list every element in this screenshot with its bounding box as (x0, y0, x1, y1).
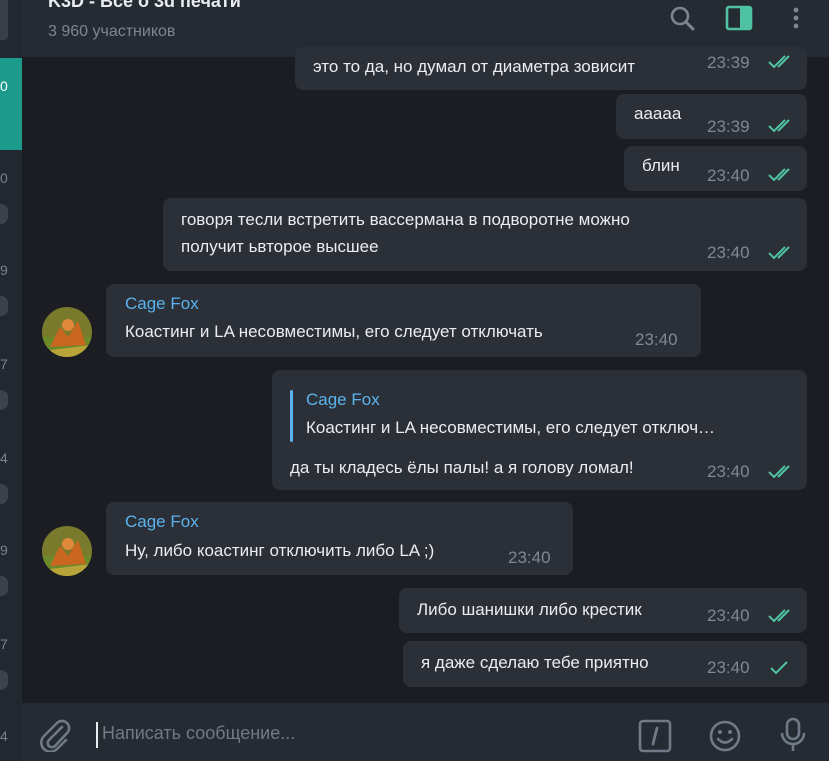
commands-icon[interactable] (638, 719, 672, 758)
reply-quote-text[interactable]: Коастинг и LA несовместимы, его следует … (306, 416, 715, 440)
double-check-icon (768, 168, 790, 182)
chat-item-time: 0 (0, 170, 8, 186)
incoming-message[interactable]: Cage Fox Коастинг и LA несовместимы, его… (106, 284, 701, 357)
chat-item-badge[interactable] (0, 296, 8, 316)
message-input[interactable] (96, 721, 622, 745)
active-chat-item[interactable]: 0 (0, 58, 22, 150)
reply-sender-name[interactable]: Cage Fox (306, 390, 380, 410)
outgoing-message[interactable]: блин 23:40 (624, 146, 807, 191)
message-time: 23:40 (707, 606, 750, 625)
message-time: 23:39 (707, 53, 750, 72)
active-chat-counter: 0 (0, 78, 8, 94)
double-check-icon (768, 119, 790, 133)
member-count: 3 960 участников (48, 23, 176, 40)
chat-item-time: 7 (0, 636, 8, 652)
message-time: 23:40 (707, 658, 750, 677)
chat-item-time: 4 (0, 728, 8, 744)
double-check-icon (768, 246, 790, 260)
message-time: 23:40 (635, 330, 678, 349)
outgoing-reply-message[interactable]: Cage Fox Коастинг и LA несовместимы, его… (272, 370, 807, 490)
double-check-icon (768, 609, 790, 623)
chat-item-time: 4 (0, 450, 8, 466)
chat-title[interactable]: K3D - Все о 3d печати (48, 0, 241, 12)
message-time: 23:40 (707, 166, 750, 185)
message-text: блин (642, 156, 680, 175)
chat-item-badge[interactable] (0, 576, 8, 596)
user-avatar[interactable] (42, 526, 92, 576)
message-composer (22, 703, 829, 761)
message-text-line: говоря тесли встретить вассермана в подв… (181, 210, 630, 229)
search-icon[interactable] (668, 4, 696, 32)
message-text: да ты кладесь ёлы палы! а я голову ломал… (290, 458, 634, 477)
sidebar-toggle-icon[interactable] (725, 4, 753, 32)
double-check-icon (768, 465, 790, 479)
sender-name[interactable]: Cage Fox (125, 294, 199, 314)
message-text: Коастинг и LA несовместимы, его следует … (125, 322, 543, 341)
message-text: ааааа (634, 104, 682, 123)
more-icon[interactable] (782, 4, 810, 32)
double-check-icon (768, 55, 790, 69)
message-list[interactable]: это то да, но думал от диаметра зовисит … (22, 47, 829, 703)
outgoing-message[interactable]: Либо шанишки либо крестик 23:40 (399, 588, 807, 633)
outgoing-message[interactable]: я даже сделаю тебе приятно 23:40 (403, 641, 807, 687)
chat-list-fragment: 0 0 9 7 4 9 7 4 (0, 0, 23, 761)
microphone-icon[interactable] (778, 717, 808, 758)
message-text: это то да, но думал от диаметра зовисит (313, 57, 636, 76)
chat-list-scroll-top (0, 0, 8, 40)
user-avatar[interactable] (42, 307, 92, 357)
outgoing-message[interactable]: это то да, но думал от диаметра зовисит … (295, 47, 807, 90)
chat-item-badge[interactable] (0, 204, 8, 224)
outgoing-message[interactable]: говоря тесли встретить вассермана в подв… (163, 198, 807, 271)
emoji-icon[interactable] (708, 719, 742, 758)
message-time: 23:39 (707, 117, 750, 136)
chat-item-badge[interactable] (0, 390, 8, 410)
reply-quote-bar (290, 390, 293, 442)
chat-item-time: 9 (0, 542, 8, 558)
message-time: 23:40 (707, 243, 750, 262)
chat-item-badge[interactable] (0, 484, 8, 504)
chat-item-time: 9 (0, 262, 8, 278)
message-time: 23:40 (707, 462, 750, 481)
incoming-message[interactable]: Cage Fox Ну, либо коастинг отключить либ… (106, 502, 573, 575)
sender-name[interactable]: Cage Fox (125, 512, 199, 532)
message-time: 23:40 (508, 548, 551, 567)
message-text-line: получит ьвторое высшее (181, 237, 379, 256)
message-text: Ну, либо коастинг отключить либо LA ;) (125, 541, 435, 560)
single-check-icon (770, 661, 788, 675)
message-text: я даже сделаю тебе приятно (421, 653, 649, 672)
chat-item-time: 7 (0, 356, 8, 372)
attach-icon[interactable] (38, 718, 72, 757)
chat-item-badge[interactable] (0, 670, 8, 690)
message-text: Либо шанишки либо крестик (417, 600, 642, 619)
outgoing-message[interactable]: ааааа 23:39 (616, 94, 807, 139)
